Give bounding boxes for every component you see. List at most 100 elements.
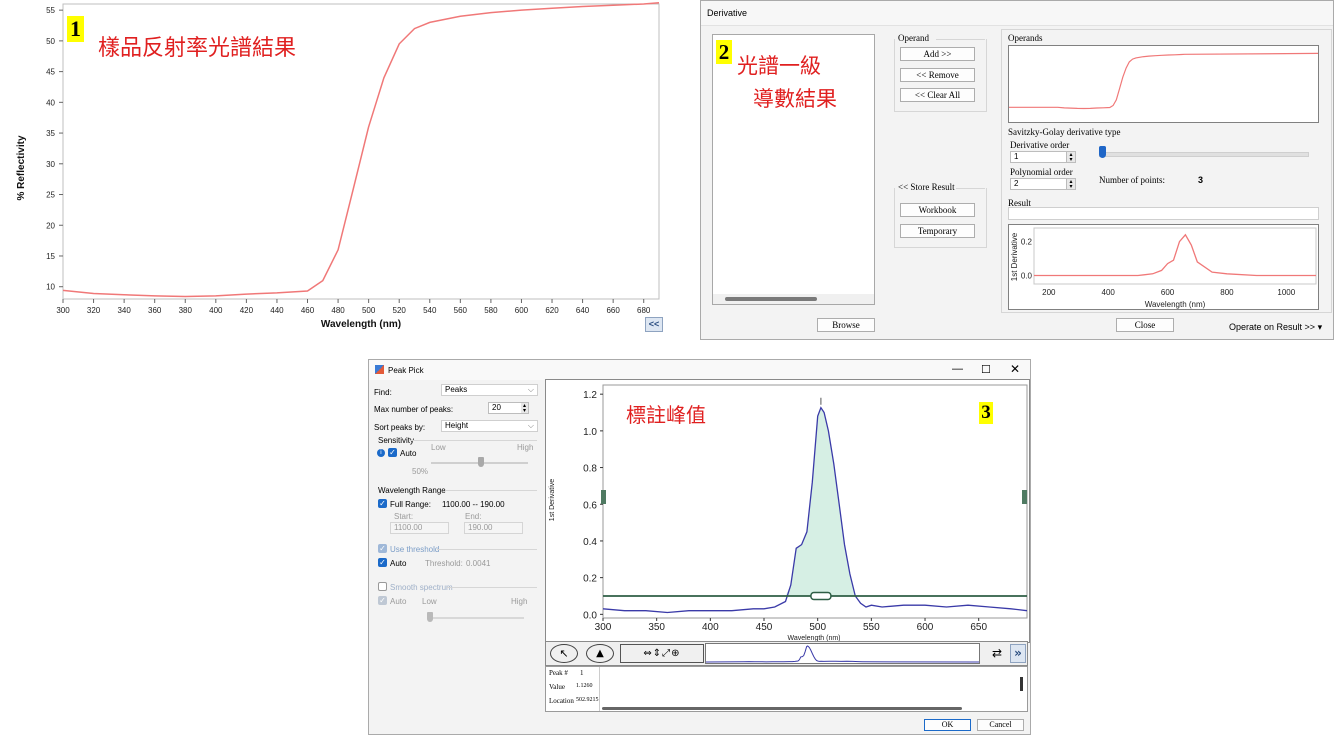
- operate-on-result-label: Operate on Result >>: [1229, 322, 1316, 332]
- peak-location-value: 502.9215: [576, 697, 599, 703]
- points-slider-track[interactable]: [1099, 152, 1309, 157]
- swap-icon[interactable]: ⇄: [986, 645, 1008, 662]
- sensitivity-auto-checkbox[interactable]: ✓: [388, 448, 397, 457]
- list-scrollbar[interactable]: [713, 294, 874, 304]
- sensitivity-low-label: Low: [431, 443, 446, 452]
- peak-number-label: Peak #: [549, 669, 568, 677]
- y-tick-label: 0.4: [583, 537, 597, 548]
- peak-pick-window: Peak Pick — ☐ ✕ Find: Peaks ⌵ Max number…: [368, 359, 1031, 735]
- close-button[interactable]: Close: [1116, 318, 1174, 332]
- operate-on-result-button[interactable]: Operate on Result >> ▾: [1229, 322, 1322, 333]
- x-tick-label: 550: [863, 622, 880, 633]
- window-title: Peak Pick: [388, 366, 424, 375]
- start-field[interactable]: 1100.00: [390, 522, 449, 534]
- left-range-handle[interactable]: [601, 490, 606, 504]
- result-x-tick-label: 400: [1102, 288, 1116, 297]
- right-range-handle[interactable]: [1022, 490, 1027, 504]
- max-peaks-label: Max number of peaks:: [374, 405, 454, 414]
- panel-caption-line1: 光譜一級: [737, 54, 821, 78]
- y-tick-label: 15: [46, 252, 55, 261]
- chart-toolbar: ↖ ▲ ⇔⇕⤢⊕ ⇄ »: [545, 641, 1028, 666]
- overview-strip[interactable]: [705, 643, 980, 664]
- peak-number-value: 1: [580, 669, 584, 677]
- polynomial-order-spinner[interactable]: ▴ ▾: [1066, 179, 1075, 190]
- threshold-value: 0.0041: [466, 559, 491, 568]
- number-of-points-value: 3: [1198, 175, 1204, 185]
- sg-type-label: Savitzky-Golay derivative type: [1008, 127, 1121, 137]
- smoothing-slider-thumb[interactable]: [427, 612, 433, 622]
- derivative-order-label: Derivative order: [1010, 140, 1070, 150]
- temporary-button[interactable]: Temporary: [900, 224, 975, 238]
- x-tick-label: 680: [637, 306, 651, 315]
- end-field[interactable]: 190.00: [464, 522, 523, 534]
- x-tick-label: 460: [301, 306, 315, 315]
- result-y-tick-label: 0.0: [1021, 272, 1033, 281]
- find-select-value: Peaks: [445, 385, 468, 394]
- y-axis-label: 1st Derivative: [549, 479, 556, 522]
- result-x-axis-label: Wavelength (nm): [1145, 300, 1206, 309]
- derivative-window: Derivative 2 光譜一級 導數結果 Operand Add >> <<…: [700, 0, 1334, 340]
- threshold-auto-label: Auto: [390, 559, 407, 568]
- minimize-icon[interactable]: —: [952, 363, 963, 375]
- sort-label: Sort peaks by:: [374, 423, 426, 432]
- x-tick-label: 540: [423, 306, 437, 315]
- result-y-axis-label: 1st Derivative: [1010, 232, 1019, 281]
- max-peaks-spinner[interactable]: ▴ ▾: [521, 403, 528, 414]
- smooth-spectrum-checkbox[interactable]: [378, 582, 387, 591]
- x-tick-label: 350: [648, 622, 665, 633]
- window-titlebar: Derivative: [701, 1, 1333, 26]
- maximize-icon[interactable]: ☐: [981, 363, 991, 376]
- x-tick-label: 400: [702, 622, 719, 633]
- scrollbar-thumb[interactable]: [725, 297, 817, 301]
- panel-number-badge: 1: [67, 16, 84, 42]
- panel-caption: 標註峰值: [626, 403, 706, 427]
- threshold-auto-checkbox[interactable]: ✓: [378, 558, 387, 567]
- derivative-order-spinner[interactable]: ▴ ▾: [1066, 152, 1075, 163]
- full-range-checkbox[interactable]: ✓: [378, 499, 387, 508]
- smooth-auto-checkbox[interactable]: ✓: [378, 596, 387, 605]
- window-titlebar: Peak Pick — ☐ ✕: [369, 360, 1030, 380]
- y-tick-label: 55: [46, 6, 55, 15]
- peak-value-value: 1.1260: [576, 683, 593, 689]
- close-icon[interactable]: ✕: [1010, 362, 1020, 376]
- x-axis-label: Wavelength (nm): [321, 319, 401, 330]
- sensitivity-slider-thumb[interactable]: [478, 457, 484, 467]
- smoothing-slider-track[interactable]: [427, 617, 524, 619]
- y-tick-label: 10: [46, 283, 55, 292]
- use-threshold-checkbox[interactable]: ✓: [378, 544, 387, 553]
- result-chart-box: 0.0 0.2 200 400 600 800 1000 1st Derivative W…: [1008, 224, 1319, 310]
- table-vscroll-thumb[interactable]: [1020, 677, 1023, 691]
- y-tick-label: 1.0: [583, 427, 597, 438]
- info-icon[interactable]: i: [377, 449, 385, 457]
- cursor-tool-icon[interactable]: ↖: [550, 644, 578, 663]
- cancel-button[interactable]: Cancel: [977, 719, 1024, 731]
- threshold-handle[interactable]: [810, 591, 832, 601]
- panel-number-badge: 3: [979, 402, 993, 424]
- collapse-button[interactable]: <<: [645, 317, 663, 332]
- sensitivity-label: Sensitivity: [378, 436, 415, 445]
- app-icon: [375, 365, 384, 374]
- table-hscroll-thumb[interactable]: [602, 707, 962, 710]
- points-slider-thumb[interactable]: [1099, 146, 1106, 158]
- peak-tool-icon[interactable]: ▲: [586, 644, 614, 663]
- chevron-down-icon: ⌵: [527, 385, 534, 394]
- x-tick-label: 450: [756, 622, 773, 633]
- result-x-tick-label: 200: [1042, 288, 1056, 297]
- find-select[interactable]: Peaks ⌵: [441, 384, 538, 396]
- ok-button[interactable]: OK: [924, 719, 971, 731]
- clear-all-button[interactable]: << Clear All: [900, 88, 975, 102]
- add-button[interactable]: Add >>: [900, 47, 975, 61]
- browse-button[interactable]: Browse: [817, 318, 875, 332]
- result-x-tick-label: 600: [1161, 288, 1175, 297]
- expand-button[interactable]: »: [1010, 644, 1026, 663]
- zoom-tools-icon[interactable]: ⇔⇕⤢⊕: [620, 644, 704, 663]
- sort-select[interactable]: Height ⌵: [441, 420, 538, 432]
- result-name-field[interactable]: [1008, 207, 1319, 220]
- workbook-button[interactable]: Workbook: [900, 203, 975, 217]
- sensitivity-auto-label: Auto: [400, 449, 417, 458]
- smooth-auto-label: Auto: [390, 597, 407, 606]
- peak-value-label: Value: [549, 683, 565, 691]
- peak-location-label: Location: [549, 697, 574, 705]
- y-tick-label: 0.2: [583, 574, 597, 585]
- remove-button[interactable]: << Remove: [900, 68, 975, 82]
